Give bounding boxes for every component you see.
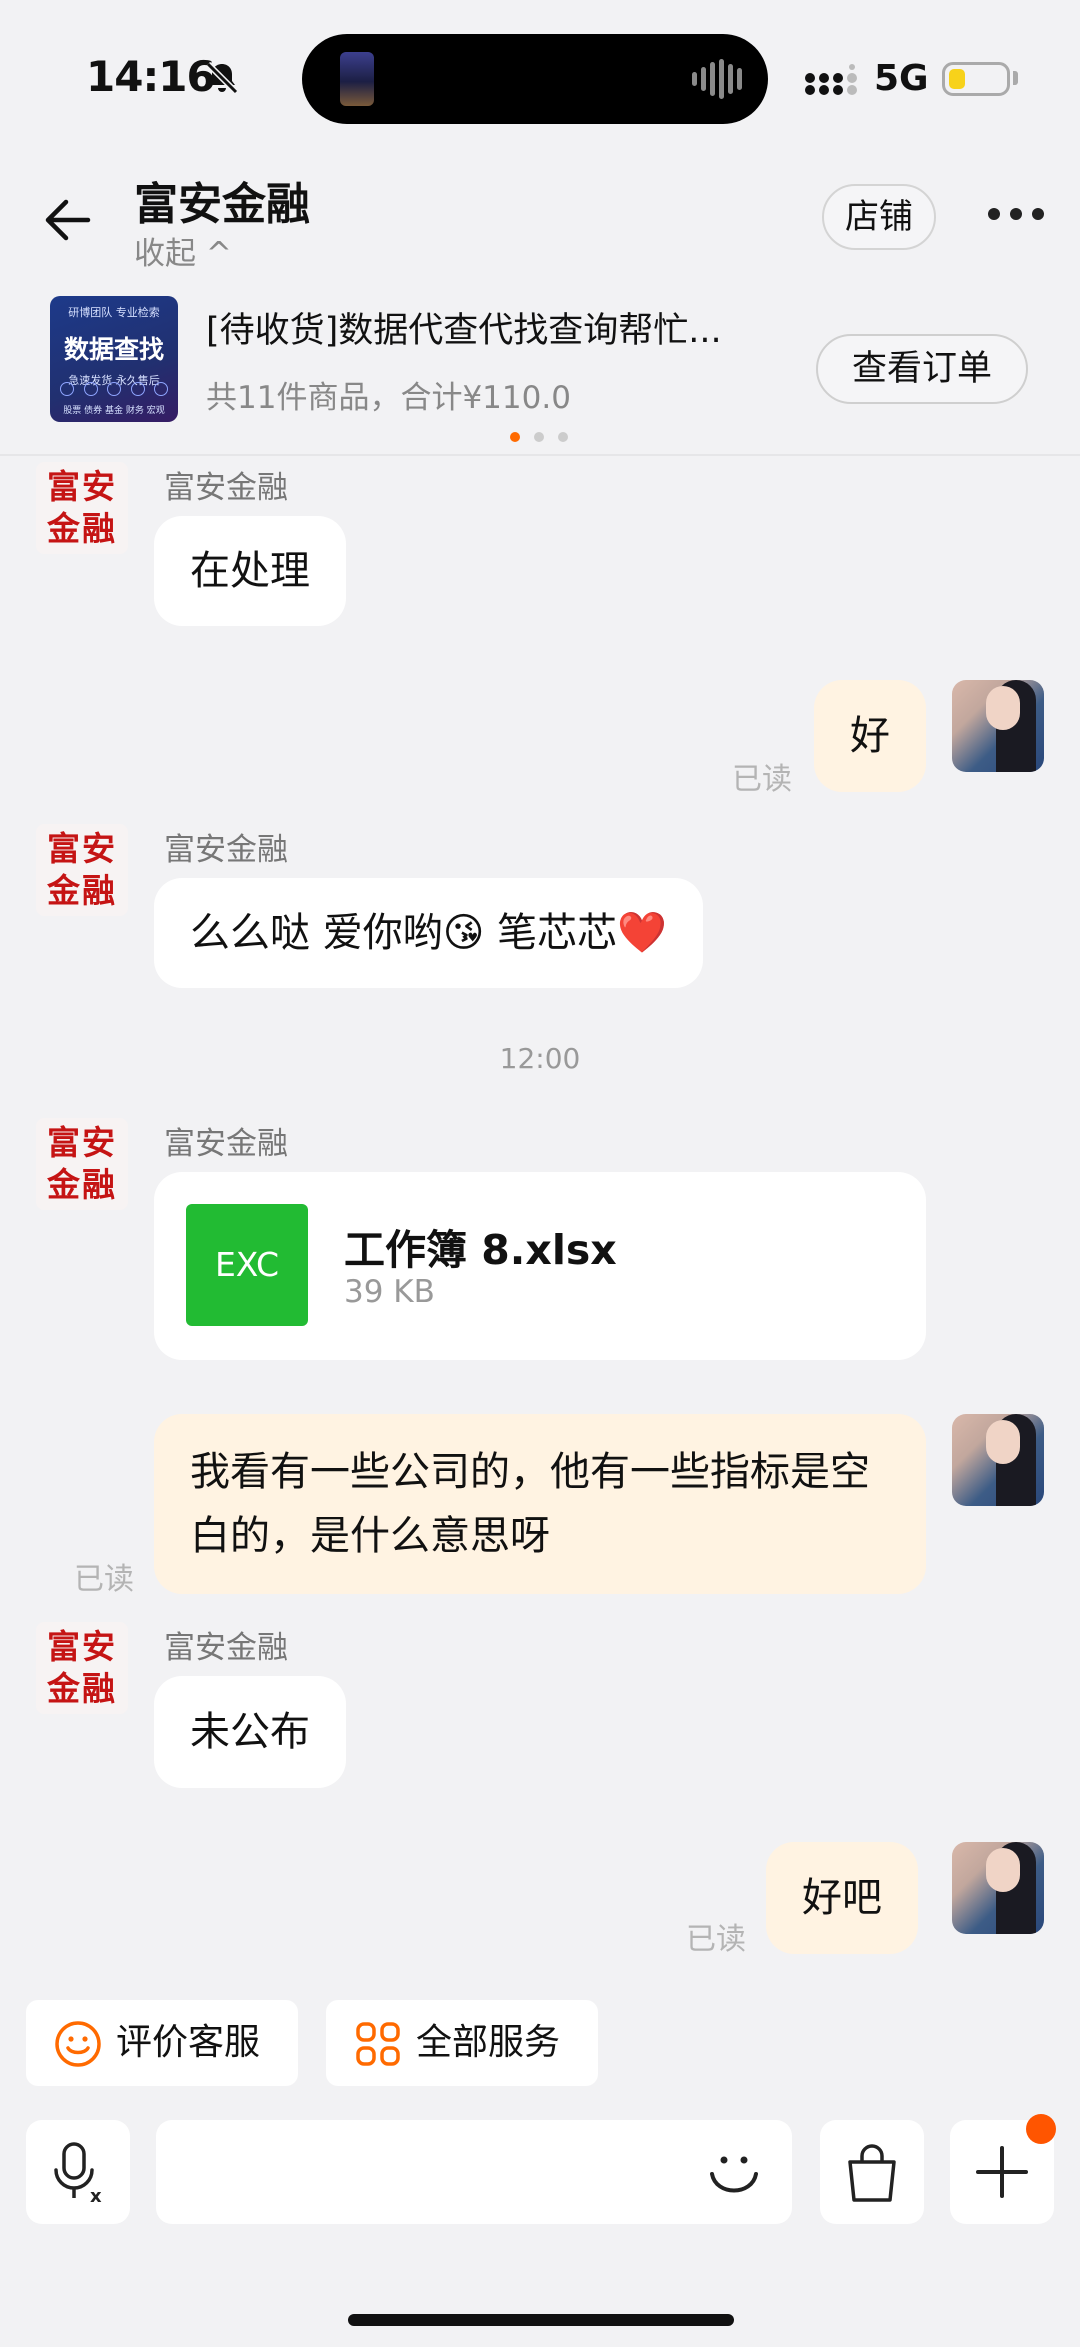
shop-avatar[interactable]: 富安 金融 (36, 824, 128, 916)
header-divider (0, 454, 1080, 456)
audio-waveform-icon (692, 58, 744, 100)
page-title: 富安金融 (134, 179, 310, 230)
grid-services-icon (356, 2022, 400, 2066)
rate-service-label: 评价客服 (116, 2022, 261, 2063)
more-options-icon[interactable] (988, 208, 1044, 224)
store-button[interactable]: 店铺 (822, 184, 936, 250)
bell-muted-icon (205, 61, 239, 95)
read-receipt: 已读 (74, 1562, 134, 1597)
avatar-text: 富安 金融 (47, 467, 117, 548)
battery-cap (1013, 71, 1018, 85)
read-receipt: 已读 (686, 1922, 746, 1957)
read-receipt: 已读 (732, 762, 792, 797)
order-card[interactable]: 研博团队 专业检索 数据查找 急速发货 永久售后 股票 债券 基金 财务 宏观 … (0, 290, 1080, 456)
thumb-tagline: 研博团队 专业检索 (68, 306, 160, 319)
sender-name: 富安金融 (164, 832, 288, 868)
avatar-text: 富安 金融 (47, 1627, 117, 1708)
view-order-button[interactable]: 查看订单 (816, 334, 1028, 404)
order-title: [待收货]数据代查代找查询帮忙... (206, 311, 722, 351)
avatar-text: 富安 金融 (47, 829, 117, 910)
battery-level (949, 69, 965, 89)
sender-name: 富安金融 (164, 1630, 288, 1666)
product-thumbnail: 研博团队 专业检索 数据查找 急速发货 永久售后 股票 债券 基金 财务 宏观 (50, 296, 178, 422)
excel-file-icon: EXC (186, 1204, 308, 1326)
file-size: 39 KB (344, 1274, 435, 1310)
all-services-label: 全部服务 (416, 2022, 561, 2063)
message-input[interactable] (156, 2120, 792, 2224)
more-actions-button[interactable] (950, 2114, 1056, 2224)
signal-icon (805, 64, 857, 95)
media-thumbnail (340, 52, 374, 106)
user-avatar[interactable] (952, 1842, 1044, 1934)
dynamic-island[interactable] (302, 34, 768, 124)
plus-icon (976, 2146, 1028, 2198)
network-type: 5G (874, 58, 929, 99)
shopping-bag-button[interactable] (820, 2120, 924, 2224)
thumb-category-icons (60, 382, 168, 396)
voice-input-button[interactable]: x (26, 2120, 130, 2224)
rate-service-button[interactable]: 评价客服 (26, 2000, 298, 2086)
message-bubble-outgoing[interactable]: 好 (814, 680, 926, 792)
shop-avatar[interactable]: 富安 金融 (36, 462, 128, 554)
file-message[interactable]: EXC 工作簿 8.xlsx 39 KB (154, 1172, 926, 1360)
user-avatar[interactable] (952, 680, 1044, 772)
sender-name: 富安金融 (164, 470, 288, 506)
carousel-pager (510, 432, 570, 442)
all-services-button[interactable]: 全部服务 (326, 2000, 598, 2086)
status-time: 14:16 (86, 52, 216, 101)
message-bubble-incoming[interactable]: 在处理 (154, 516, 346, 626)
thumb-categories: 股票 债券 基金 财务 宏观 (63, 406, 165, 416)
avatar-text: 富安 金融 (47, 1123, 117, 1204)
notification-badge (1026, 2114, 1056, 2144)
sender-name: 富安金融 (164, 1126, 288, 1162)
shop-avatar[interactable]: 富安 金融 (36, 1622, 128, 1714)
collapse-toggle[interactable]: 收起 ^ (134, 228, 232, 273)
time-divider: 12:00 (499, 1042, 581, 1075)
user-avatar[interactable] (952, 1414, 1044, 1506)
shop-avatar[interactable]: 富安 金融 (36, 1118, 128, 1210)
shopping-bag-icon (848, 2144, 896, 2202)
smile-icon[interactable] (706, 2146, 762, 2202)
order-summary: 共11件商品，合计¥110.0 (206, 380, 571, 416)
message-bubble-outgoing[interactable]: 好吧 (766, 1842, 918, 1954)
message-bubble-incoming[interactable]: 未公布 (154, 1676, 346, 1788)
home-indicator[interactable] (348, 2314, 734, 2326)
message-bubble-outgoing[interactable]: 我看有一些公司的，他有一些指标是空白的，是什么意思呀 (154, 1414, 926, 1594)
chat-header: 富安金融 收起 ^ 店铺 (0, 150, 1080, 300)
status-bar: 14:16 5G (0, 0, 1080, 150)
back-arrow-icon[interactable] (40, 192, 96, 248)
battery-icon (942, 62, 1010, 96)
file-name: 工作簿 8.xlsx (344, 1226, 617, 1274)
svg-text:x: x (90, 2186, 102, 2204)
microphone-translate-icon: x (54, 2142, 102, 2204)
message-bubble-incoming[interactable]: 么么哒 爱你哟😘 笔芯芯❤️ (154, 878, 703, 988)
smile-icon (55, 2021, 101, 2067)
thumb-title: 数据查找 (63, 335, 164, 364)
